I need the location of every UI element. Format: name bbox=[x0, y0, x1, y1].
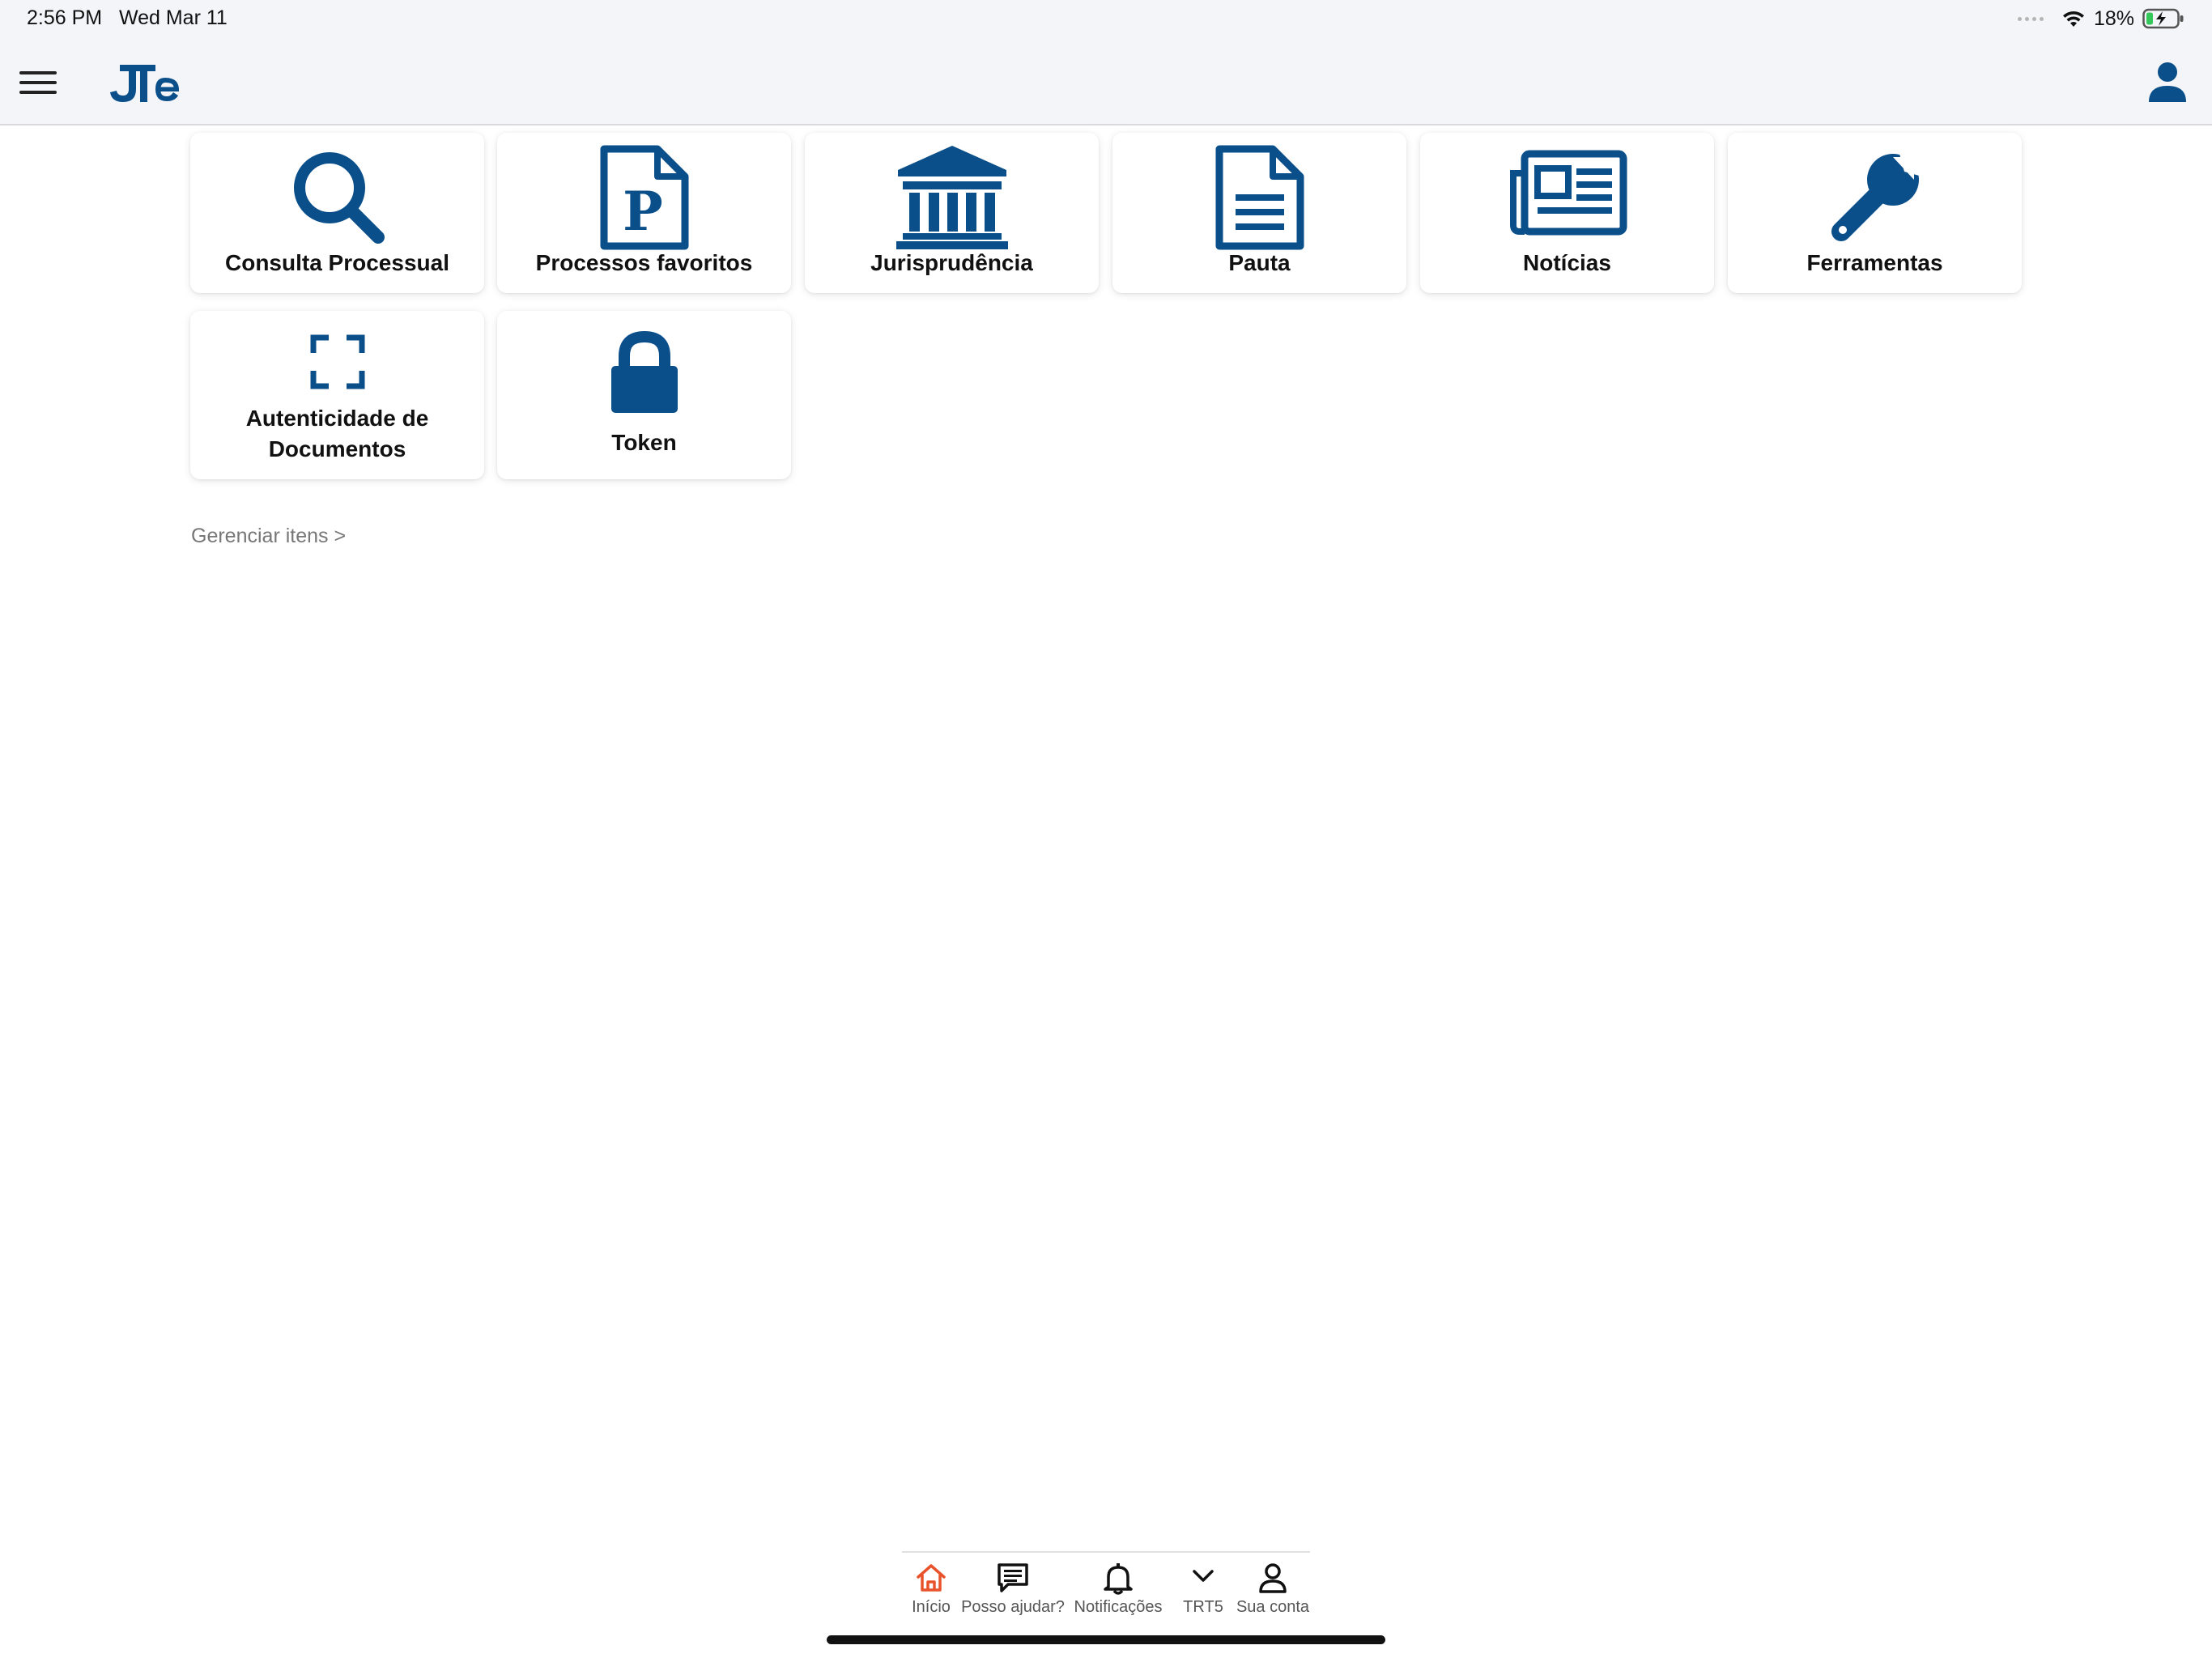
tile-label: Processos favoritos bbox=[535, 250, 753, 275]
newspaper-icon bbox=[1509, 150, 1627, 236]
tile-label: Consulta Processual bbox=[225, 250, 449, 275]
user-profile-icon bbox=[2149, 62, 2186, 102]
jte-logo bbox=[110, 65, 180, 102]
document-p-icon: P bbox=[600, 145, 688, 250]
tab-sua-conta[interactable]: Sua conta bbox=[1236, 1553, 1310, 1626]
lock-icon bbox=[610, 330, 678, 413]
chevron-down-icon bbox=[1193, 1570, 1214, 1582]
tile-label-line1: Autenticidade de bbox=[245, 406, 429, 431]
courthouse-icon bbox=[895, 146, 1008, 249]
signal-dots-icon bbox=[2017, 16, 2044, 21]
hamburger-menu-icon bbox=[19, 71, 57, 94]
tile-consulta-processual[interactable]: Consulta Processual bbox=[190, 133, 484, 293]
tile-noticias[interactable]: Notícias bbox=[1420, 133, 1714, 293]
wrench-icon bbox=[1831, 154, 1922, 241]
bell-icon bbox=[1104, 1563, 1133, 1595]
battery-percent: 18% bbox=[2093, 6, 2134, 30]
tile-label: Jurisprudência bbox=[870, 250, 1033, 275]
tile-label-line2: Documentos bbox=[268, 436, 406, 461]
bottom-tab-bar: Início Posso ajudar? Notificações TRT5 S… bbox=[902, 1551, 1310, 1626]
tile-label: Pauta bbox=[1228, 250, 1291, 275]
status-time: 2:56 PM Wed Mar 11 bbox=[27, 6, 228, 30]
tab-label: Sua conta bbox=[1236, 1598, 1310, 1616]
account-icon bbox=[1259, 1563, 1287, 1593]
tile-label: Token bbox=[611, 430, 677, 455]
tile-label: Notícias bbox=[1523, 250, 1611, 275]
tile-processos-favoritos[interactable]: P Processos favoritos bbox=[497, 133, 791, 293]
tile-pauta[interactable]: Pauta bbox=[1112, 133, 1406, 293]
svg-text:P: P bbox=[623, 180, 663, 243]
tile-jurisprudencia[interactable]: Jurisprudência bbox=[805, 133, 1099, 293]
tile-label: Ferramentas bbox=[1806, 250, 1943, 275]
status-bar: 2:56 PM Wed Mar 11 18% bbox=[0, 0, 2212, 37]
manage-items-link[interactable]: Gerenciar itens > bbox=[191, 525, 346, 548]
search-icon bbox=[293, 152, 385, 244]
status-time-value: 2:56 PM bbox=[27, 6, 103, 29]
document-lines-icon bbox=[1215, 145, 1304, 250]
profile-button[interactable] bbox=[2146, 60, 2189, 104]
status-date: Wed Mar 11 bbox=[118, 6, 228, 29]
wifi-icon bbox=[2062, 11, 2084, 27]
tile-ferramentas[interactable]: Ferramentas bbox=[1728, 133, 2022, 293]
chat-icon bbox=[998, 1563, 1028, 1592]
status-indicators: 18% bbox=[2017, 5, 2184, 32]
home-indicator[interactable] bbox=[827, 1635, 1385, 1644]
app-header bbox=[0, 37, 2212, 125]
tile-autenticidade-documentos[interactable]: Autenticidade de Documentos bbox=[190, 311, 484, 479]
hamburger-menu-button[interactable] bbox=[18, 66, 60, 99]
scan-frame-icon bbox=[310, 334, 364, 389]
home-icon bbox=[917, 1564, 946, 1592]
tile-token[interactable]: Token bbox=[497, 311, 791, 479]
battery-charging-icon bbox=[2142, 8, 2184, 29]
